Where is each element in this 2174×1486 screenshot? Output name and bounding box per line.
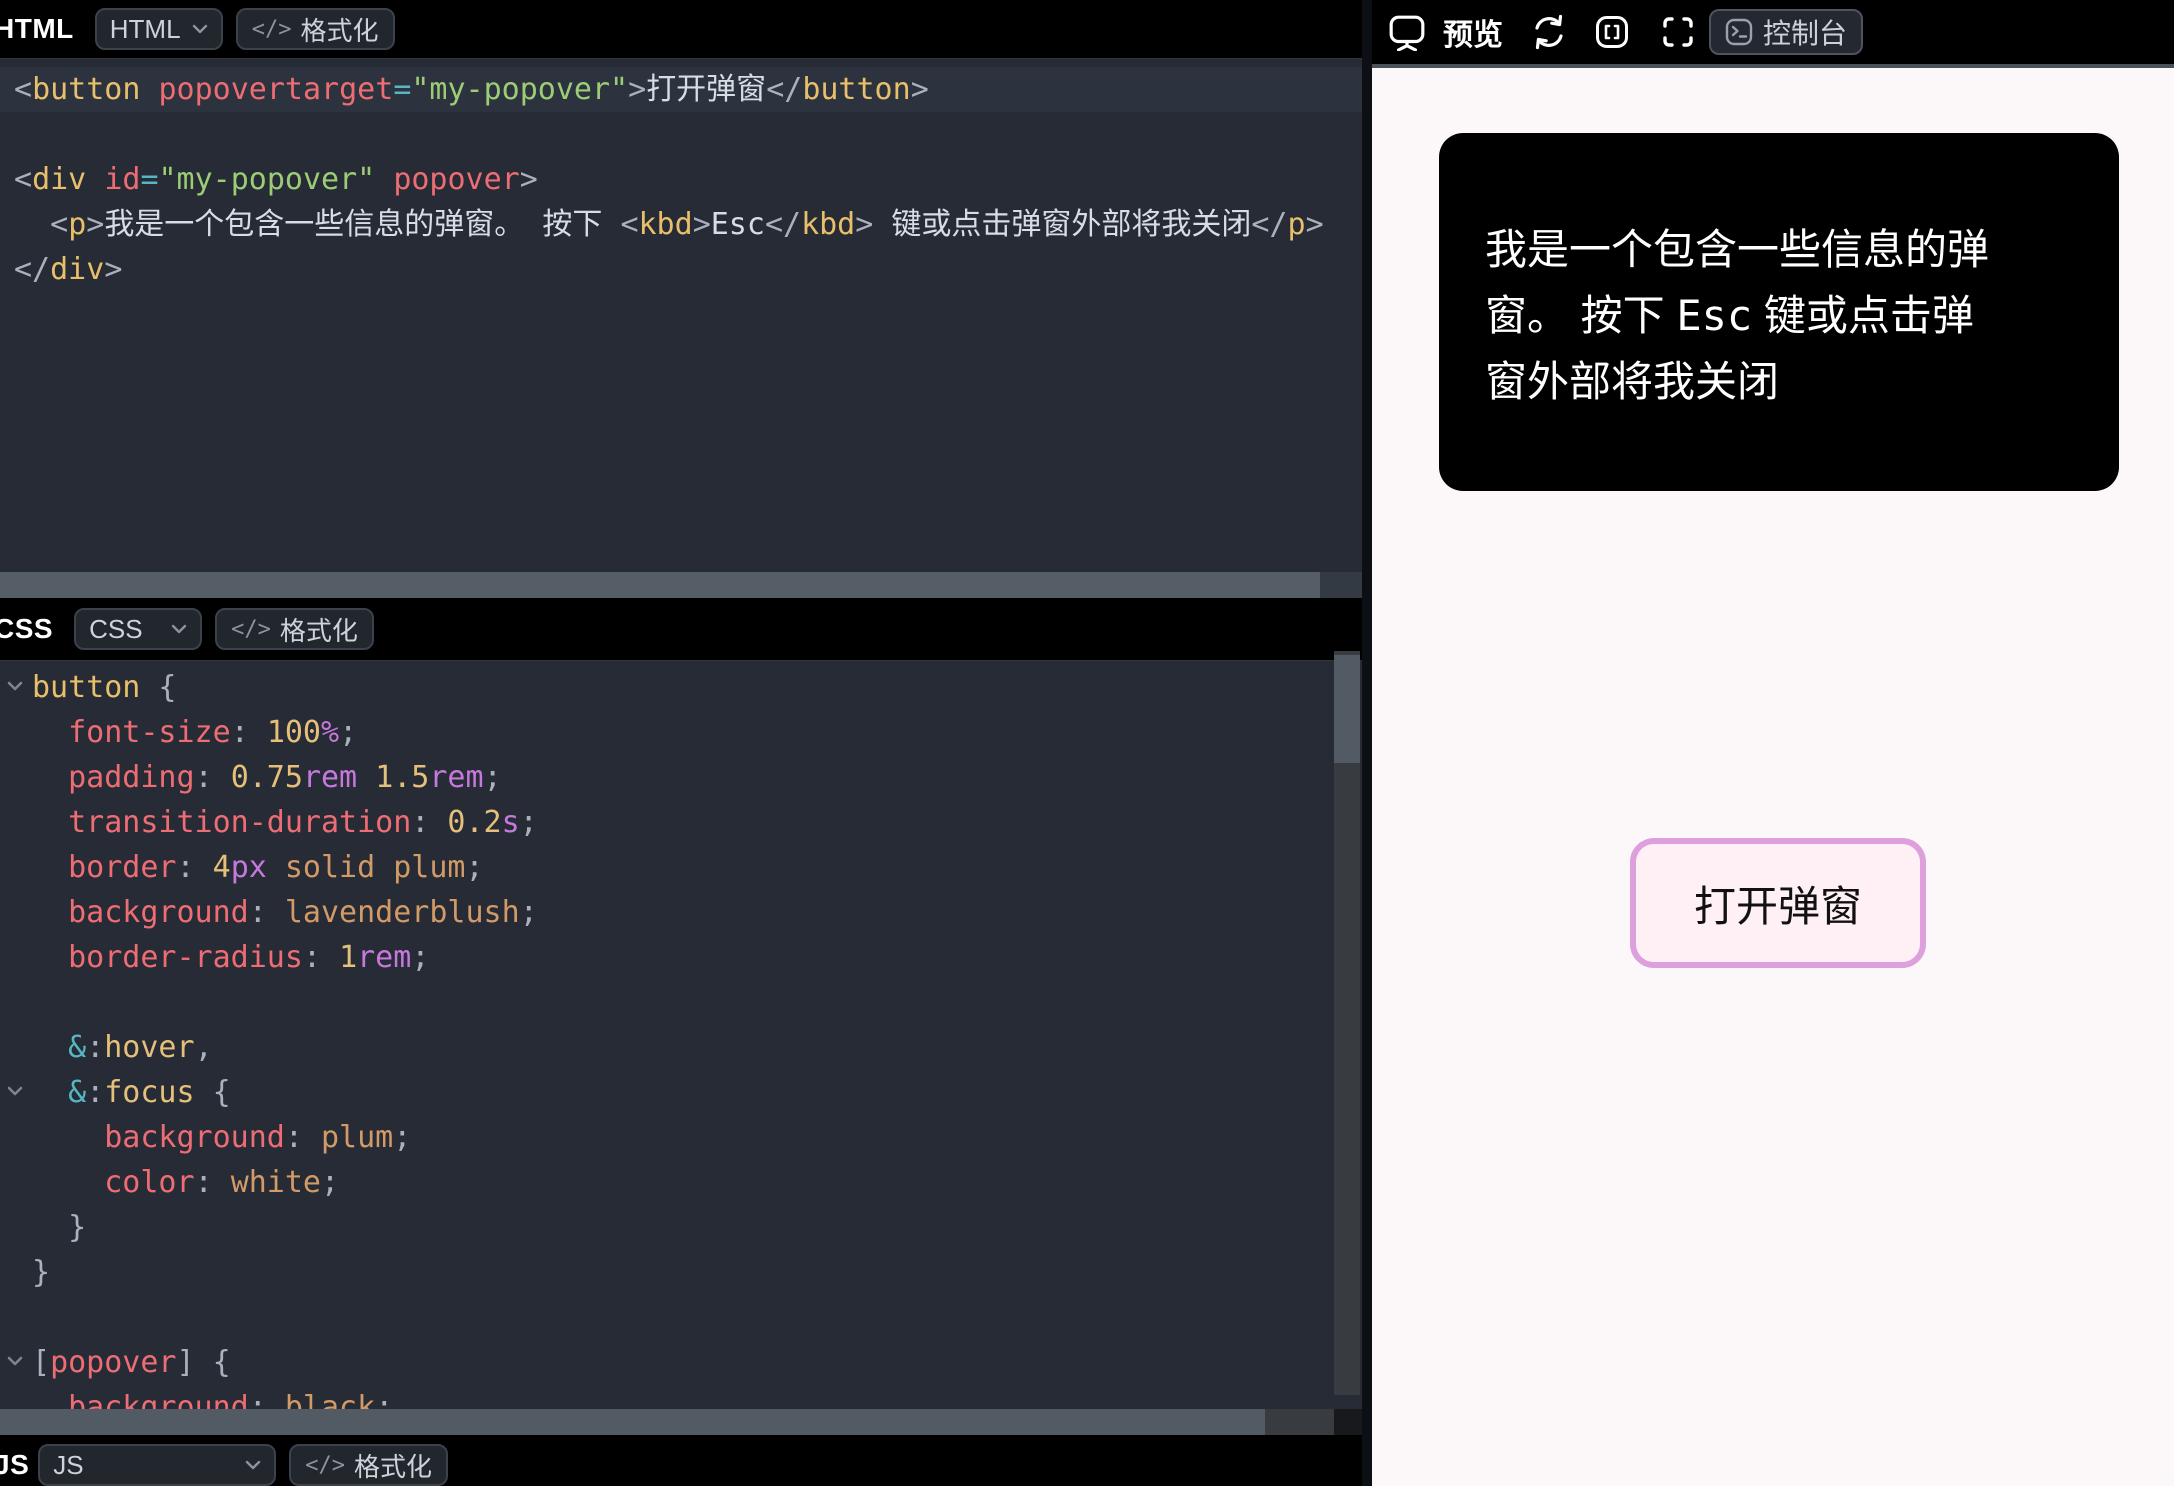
code-line: <div id="my-popover" popover> [14,157,1362,202]
code-line: transition-duration: 0.2s; [32,800,1362,845]
js-language-dropdown[interactable]: JS [38,1444,276,1486]
popover-text-line: 我是一个包含一些信息的弹 [1485,217,2073,283]
html-format-label: 格式化 [301,11,379,48]
css-language-dropdown[interactable]: CSS [74,608,202,650]
html-dropdown-value: HTML [110,14,181,45]
fold-arrow-icon[interactable] [6,1355,24,1367]
popover-text-line: 窗外部将我关闭 [1485,349,2073,415]
code-line: color: white; [32,1160,1362,1205]
css-dropdown-value: CSS [89,614,142,645]
css-format-label: 格式化 [280,611,358,648]
code-line: } [32,1250,1362,1295]
popover-box: 我是一个包含一些信息的弹窗。 按下 Esc 键或点击弹窗外部将我关闭 [1439,133,2119,491]
chevron-down-icon [245,1460,261,1470]
open-in-frame-icon[interactable] [1595,15,1629,49]
fold-arrow-icon[interactable] [6,680,24,692]
html-language-dropdown[interactable]: HTML [95,8,223,50]
code-brackets-icon: </> [252,17,292,42]
console-button[interactable]: 控制台 [1709,9,1863,55]
js-panel-label: JS [0,1449,29,1481]
code-line: border: 4px solid plum; [32,845,1362,890]
css-panel-label: CSS [0,613,53,645]
code-line: padding: 0.75rem 1.5rem; [32,755,1362,800]
html-scrollbar-thumb[interactable] [0,572,1320,598]
js-dropdown-value: JS [53,1450,83,1481]
code-line: background: lavenderblush; [32,890,1362,935]
code-line [14,112,1362,157]
code-line: background: plum; [32,1115,1362,1160]
code-line [32,980,1362,1025]
chevron-down-icon [192,24,208,34]
css-panel-header: CSS CSS </> 格式化 [0,598,1362,661]
preview-title: 预览 [1443,10,1503,54]
fullscreen-icon[interactable] [1661,15,1695,49]
css-horizontal-scrollbar[interactable] [0,1409,1362,1435]
chevron-down-icon [171,624,187,634]
fold-arrow-icon[interactable] [6,1085,24,1097]
popover-text-line: 窗。 按下 Esc 键或点击弹 [1485,283,2073,349]
preview-panel: 预览 [1372,0,2174,1486]
panel-divider[interactable] [1362,0,1372,1486]
code-line: </div> [14,247,1362,292]
html-horizontal-scrollbar[interactable] [0,572,1362,598]
js-format-button[interactable]: </> 格式化 [289,1444,448,1486]
console-label: 控制台 [1763,12,1847,52]
html-panel-label: HTML [0,13,74,45]
terminal-icon [1725,18,1753,46]
code-line: } [32,1205,1362,1250]
monitor-icon [1388,13,1426,51]
preview-header: 预览 [1372,0,2174,68]
code-line: font-size: 100%; [32,710,1362,755]
code-line: [popover] { [32,1340,1362,1385]
code-line: &:focus { [32,1070,1362,1115]
code-line [32,1295,1362,1340]
kbd-esc: Esc [1676,291,1752,340]
js-panel-header: JS JS </> 格式化 [0,1435,1362,1486]
code-line: border-radius: 1rem; [32,935,1362,980]
refresh-icon[interactable] [1531,14,1567,50]
code-line: <button popovertarget="my-popover">打开弹窗<… [14,67,1362,112]
code-line: background: black; [32,1385,1362,1409]
code-line: button { [32,665,1362,710]
css-scrollbar-thumb[interactable] [0,1409,1265,1435]
code-line: &:hover, [32,1025,1362,1070]
html-panel-header: HTML HTML </> 格式化 [0,0,1362,59]
css-vertical-scrollbar[interactable] [1334,651,1360,1395]
editors-column: HTML HTML </> 格式化 <button popovertarget=… [0,0,1362,1486]
css-code-editor[interactable]: button { font-size: 100%; padding: 0.75r… [0,661,1362,1409]
js-format-label: 格式化 [354,1447,432,1484]
html-format-button[interactable]: </> 格式化 [236,8,395,50]
html-code-editor[interactable]: <button popovertarget="my-popover">打开弹窗<… [0,59,1362,572]
css-format-button[interactable]: </> 格式化 [215,608,374,650]
code-brackets-icon: </> [305,1453,345,1478]
scrollbar-corner [1334,1409,1362,1435]
code-brackets-icon: </> [231,617,271,642]
code-line: <p>我是一个包含一些信息的弹窗。 按下 <kbd>Esc</kbd> 键或点击… [14,202,1362,247]
css-vertical-scrollbar-thumb[interactable] [1334,655,1360,763]
playground-app: HTML HTML </> 格式化 <button popovertarget=… [0,0,2174,1486]
open-popover-button[interactable]: 打开弹窗 [1630,838,1926,968]
